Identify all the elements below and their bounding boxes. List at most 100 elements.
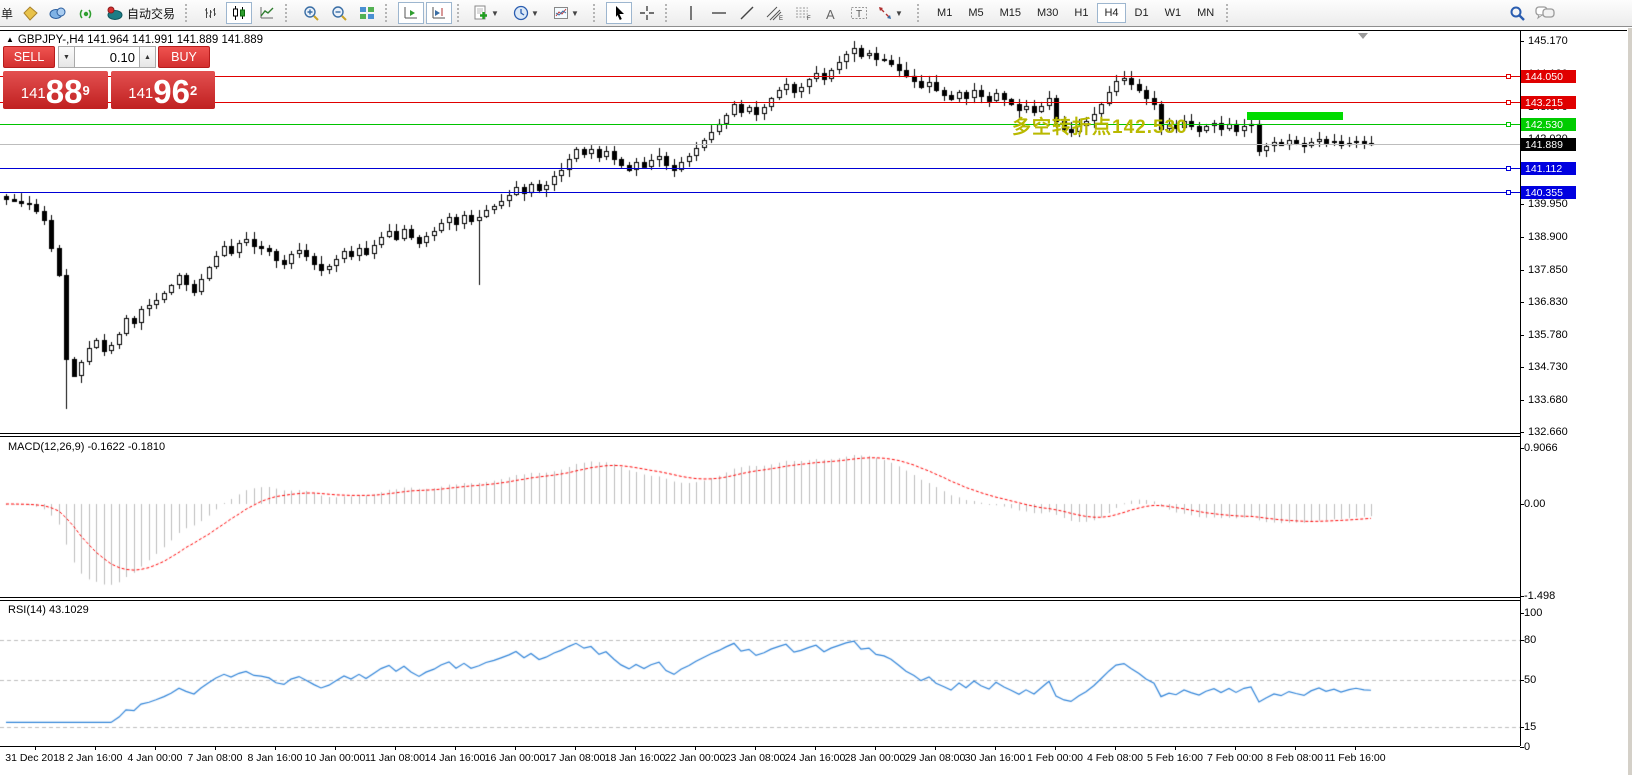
line-handle[interactable] bbox=[1506, 190, 1511, 195]
fibonacci-tool-button[interactable]: F bbox=[790, 2, 816, 24]
timeframe-button-m15[interactable]: M15 bbox=[993, 3, 1028, 23]
current-price-badge: 141.889 bbox=[1521, 138, 1576, 151]
price-tick-label: 138.900 bbox=[1528, 231, 1568, 243]
time-tick-label: 17 Jan 08:00 bbox=[545, 752, 606, 764]
horizontal-level-line[interactable] bbox=[0, 124, 1520, 125]
chat-bubbles-icon bbox=[1535, 5, 1555, 21]
text-label-tool-button[interactable]: T bbox=[846, 2, 872, 24]
timeframe-button-w1[interactable]: W1 bbox=[1158, 3, 1189, 23]
timeframe-button-h1[interactable]: H1 bbox=[1067, 3, 1095, 23]
tile-windows-button[interactable] bbox=[354, 2, 380, 24]
line-handle[interactable] bbox=[1506, 122, 1511, 127]
current-price-line[interactable] bbox=[0, 144, 1520, 145]
cloud-icon bbox=[49, 5, 67, 21]
green-zone-rectangle[interactable] bbox=[1247, 112, 1343, 120]
rsi-pane-canvas[interactable] bbox=[0, 601, 1520, 746]
price-tick-label: 139.950 bbox=[1528, 198, 1568, 210]
timeframe-button-mn[interactable]: MN bbox=[1190, 3, 1221, 23]
signals-button[interactable] bbox=[73, 2, 99, 24]
svg-text:E: E bbox=[779, 16, 783, 21]
time-tick-label: 4 Jan 00:00 bbox=[128, 752, 183, 764]
pane-separator[interactable] bbox=[0, 433, 1520, 434]
auto-trading-button[interactable]: 自动交易 bbox=[100, 2, 181, 24]
chat-button[interactable] bbox=[1532, 2, 1558, 24]
volume-input[interactable] bbox=[75, 46, 139, 68]
chart-shift-button[interactable] bbox=[426, 2, 452, 24]
svg-text:T: T bbox=[856, 9, 862, 20]
toolbar-gripper bbox=[385, 4, 394, 22]
new-order-label-cut[interactable]: 单 bbox=[0, 5, 16, 22]
vertical-line-tool-button[interactable] bbox=[678, 2, 704, 24]
sell-button[interactable]: SELL bbox=[3, 46, 55, 68]
toolbar-gripper bbox=[285, 4, 294, 22]
cursor-icon bbox=[612, 5, 627, 21]
horizontal-line-icon bbox=[711, 5, 727, 21]
time-axis-border bbox=[0, 746, 1520, 747]
time-tick-mark bbox=[155, 747, 156, 750]
dropdown-arrow-icon: ▼ bbox=[571, 9, 579, 18]
horizontal-level-line[interactable] bbox=[0, 192, 1520, 193]
horizontal-level-line[interactable] bbox=[0, 168, 1520, 169]
time-tick-mark bbox=[1175, 747, 1176, 750]
timeframe-button-m1[interactable]: M1 bbox=[930, 3, 959, 23]
search-button[interactable] bbox=[1504, 2, 1530, 24]
sell-price-box[interactable]: 141889 bbox=[3, 71, 108, 109]
bar-chart-type-button[interactable] bbox=[198, 2, 224, 24]
time-tick-mark bbox=[995, 747, 996, 750]
buy-button[interactable]: BUY bbox=[158, 46, 210, 68]
time-tick-mark bbox=[335, 747, 336, 750]
text-tool-button[interactable]: A bbox=[818, 2, 844, 24]
volume-increase-button[interactable]: ▲ bbox=[139, 46, 156, 68]
indicators-button[interactable]: ▼ bbox=[470, 2, 508, 24]
toolbar-gripper bbox=[1226, 4, 1235, 22]
crosshair-tool-button[interactable] bbox=[634, 2, 660, 24]
time-tick-label: 30 Jan 16:00 bbox=[965, 752, 1026, 764]
time-tick-mark bbox=[875, 747, 876, 750]
templates-button[interactable]: ▼ bbox=[550, 2, 588, 24]
horizontal-level-line[interactable] bbox=[0, 76, 1520, 77]
collapse-triangle-icon[interactable]: ▲ bbox=[6, 35, 14, 44]
line-handle[interactable] bbox=[1506, 100, 1511, 105]
volume-decrease-button[interactable]: ▼ bbox=[58, 46, 75, 68]
timeframe-button-h4[interactable]: H4 bbox=[1097, 3, 1125, 23]
timeframe-button-m5[interactable]: M5 bbox=[961, 3, 990, 23]
time-tick-label: 8 Jan 16:00 bbox=[248, 752, 303, 764]
periods-button[interactable]: ▼ bbox=[510, 2, 548, 24]
time-tick-label: 5 Feb 16:00 bbox=[1147, 752, 1203, 764]
buy-price-box[interactable]: 141962 bbox=[111, 71, 216, 109]
community-button[interactable] bbox=[45, 2, 71, 24]
macd-pane-canvas[interactable] bbox=[0, 437, 1520, 597]
price-tick-mark bbox=[1520, 400, 1524, 401]
cursor-tool-button[interactable] bbox=[606, 2, 632, 24]
pivot-annotation-text[interactable]: 多空转折点142.530 bbox=[1012, 112, 1188, 139]
pane-separator[interactable] bbox=[0, 597, 1520, 598]
time-tick-mark bbox=[1355, 747, 1356, 750]
line-handle[interactable] bbox=[1506, 74, 1511, 79]
chart-title: ▲GBPJPY-,H4 141.964 141.991 141.889 141.… bbox=[6, 34, 263, 46]
new-order-button[interactable] bbox=[17, 2, 43, 24]
candlestick-chart-type-button[interactable] bbox=[226, 2, 252, 24]
time-tick-mark bbox=[455, 747, 456, 750]
timeframe-button-m30[interactable]: M30 bbox=[1030, 3, 1065, 23]
timeframe-button-d1[interactable]: D1 bbox=[1128, 3, 1156, 23]
equidistant-channel-tool-button[interactable]: E bbox=[762, 2, 788, 24]
candlestick-chart-canvas[interactable] bbox=[0, 30, 1520, 433]
one-click-trading-panel: SELL ▼ ▲ BUY 141889 141962 bbox=[3, 46, 215, 109]
horizontal-line-tool-button[interactable] bbox=[706, 2, 732, 24]
auto-scroll-button[interactable] bbox=[398, 2, 424, 24]
order-ticket-icon bbox=[22, 5, 39, 22]
toolbar-gripper bbox=[593, 4, 602, 22]
zoom-out-button[interactable] bbox=[326, 2, 352, 24]
indicator-tick-label: 15 bbox=[1524, 721, 1536, 733]
time-tick-label: 14 Jan 16:00 bbox=[425, 752, 486, 764]
arrows-tool-button[interactable]: ▼ bbox=[874, 2, 912, 24]
trendline-tool-button[interactable] bbox=[734, 2, 760, 24]
time-tick-mark bbox=[35, 747, 36, 750]
line-chart-type-button[interactable] bbox=[254, 2, 280, 24]
chart-shift-icon bbox=[431, 5, 447, 21]
zoom-in-button[interactable] bbox=[298, 2, 324, 24]
line-handle[interactable] bbox=[1506, 166, 1511, 171]
price-tick-mark bbox=[1520, 270, 1524, 271]
horizontal-level-line[interactable] bbox=[0, 102, 1520, 103]
time-tick-mark bbox=[215, 747, 216, 750]
